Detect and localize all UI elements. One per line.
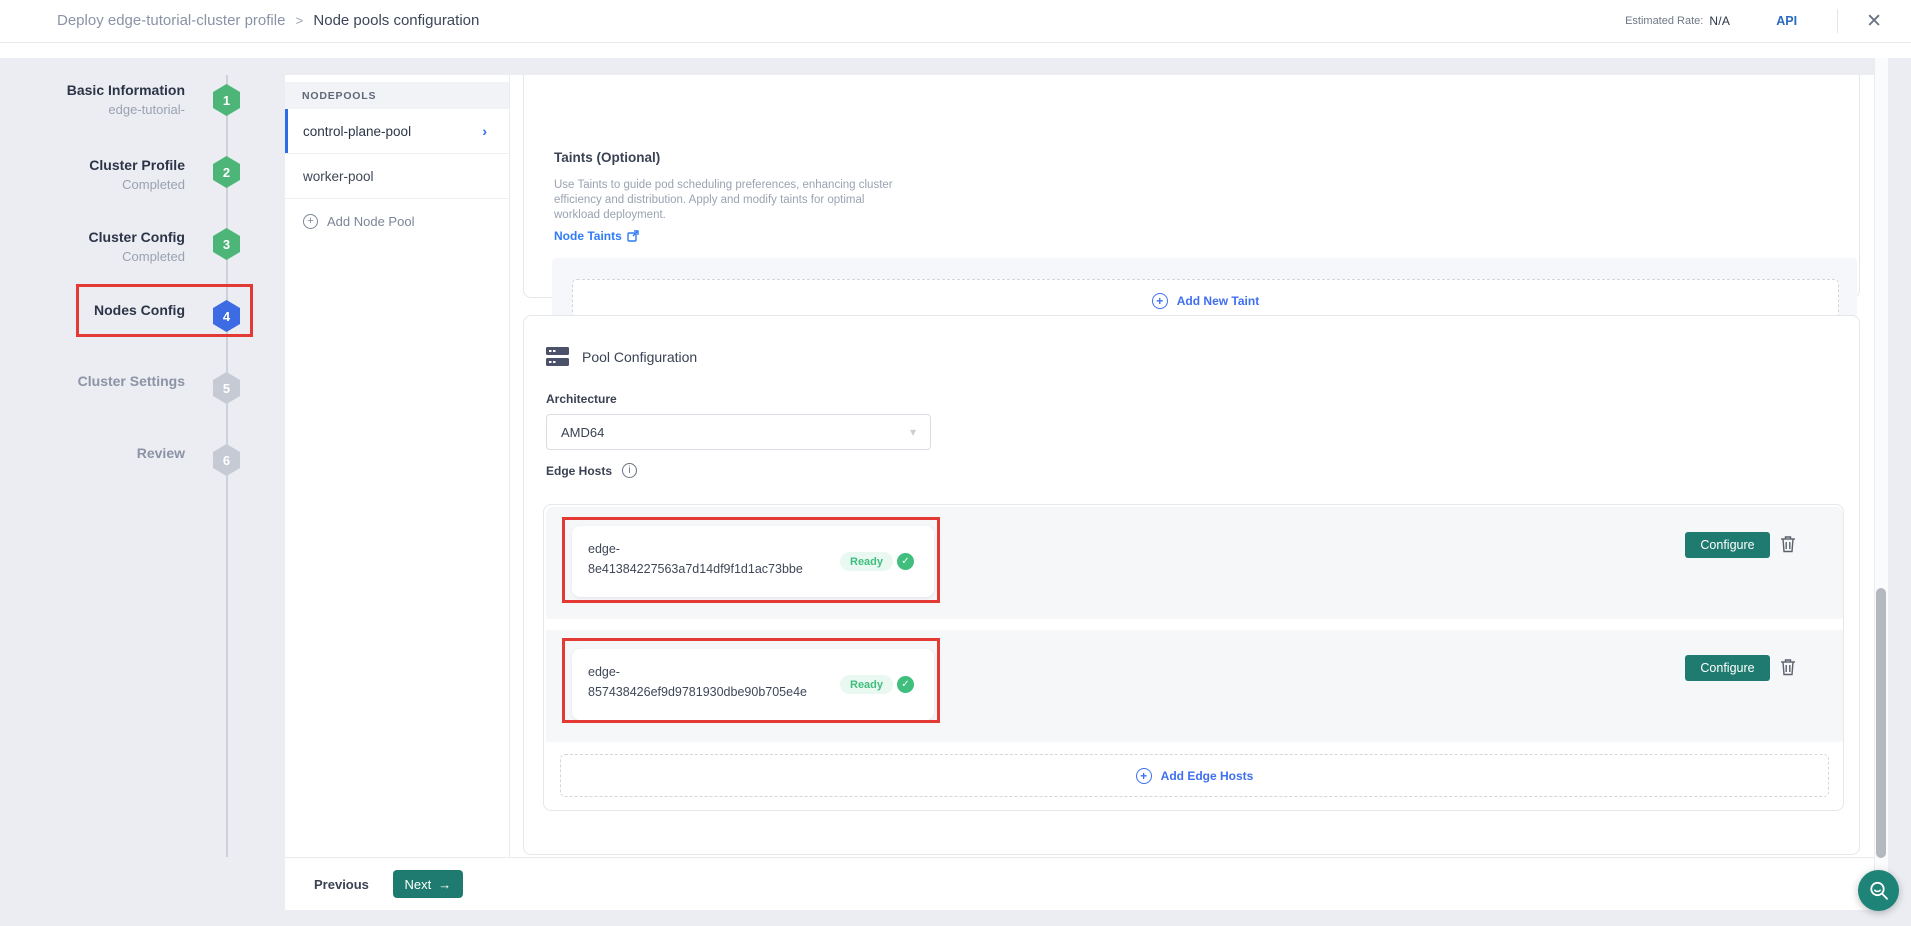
pool-configuration-title: Pool Configuration (582, 349, 697, 365)
step-badge-5: 5 (213, 372, 240, 404)
step-badge-3: 3 (213, 228, 240, 260)
architecture-select[interactable]: AMD64 ▾ (546, 414, 931, 450)
chevron-right-icon: › (482, 123, 487, 139)
sidebar-step-cluster-profile[interactable]: Cluster Profile Completed (0, 155, 185, 195)
edge-hosts-label: Edge Hosts (546, 464, 612, 478)
taints-title: Taints (Optional) (554, 150, 660, 165)
plus-circle-icon: + (303, 214, 318, 229)
step-badge-2: 2 (213, 156, 240, 188)
sidebar-step-review[interactable]: Review (0, 443, 185, 463)
sidebar-step-basic-information[interactable]: Basic Information edge-tutorial- (0, 80, 185, 120)
sidebar-step-cluster-settings[interactable]: Cluster Settings (0, 371, 185, 391)
configure-button[interactable]: Configure (1685, 655, 1770, 681)
magnifier-smile-icon (1868, 880, 1890, 902)
main-scroll-area[interactable]: Taints (Optional) Use Taints to guide po… (510, 75, 1874, 857)
trash-icon[interactable] (1780, 535, 1796, 553)
scrollbar-thumb[interactable] (1876, 588, 1886, 858)
nodepools-header: NODEPOOLS (285, 82, 509, 109)
breadcrumb: Deploy edge-tutorial-cluster profile > N… (57, 12, 479, 29)
chevron-down-icon: ▾ (910, 425, 916, 439)
status-badge: Ready (840, 552, 893, 571)
plus-circle-icon: + (1136, 768, 1152, 784)
deploy-wizard-screen: Deploy edge-tutorial-cluster profile > N… (0, 0, 1911, 926)
help-launcher-button[interactable] (1858, 870, 1899, 911)
edge-hosts-container: edge- 8e41384227563a7d14df9f1d1ac73bbe R… (543, 504, 1844, 811)
node-taints-link[interactable]: Node Taints (554, 229, 639, 243)
check-circle-icon: ✓ (897, 553, 914, 570)
nodepool-item-worker-pool[interactable]: worker-pool (285, 154, 509, 199)
check-circle-icon: ✓ (897, 676, 914, 693)
estimated-rate-label: Estimated Rate: (1625, 15, 1703, 27)
nodepool-item-control-plane-pool[interactable]: control-plane-pool › (285, 109, 509, 154)
nodepools-panel: NODEPOOLS control-plane-pool › worker-po… (285, 75, 510, 857)
info-icon[interactable]: i (622, 463, 637, 478)
edge-host-row: edge- 857438426ef9d9781930dbe90b705e4e R… (546, 630, 1843, 742)
step-badge-4: 4 (213, 300, 240, 332)
step-badge-1: 1 (213, 84, 240, 116)
edge-host-row: edge- 8e41384227563a7d14df9f1d1ac73bbe R… (546, 507, 1843, 619)
add-node-pool-button[interactable]: + Add Node Pool (285, 199, 509, 244)
edge-host-card[interactable]: edge- 8e41384227563a7d14df9f1d1ac73bbe R… (572, 526, 934, 597)
edge-host-card[interactable]: edge- 857438426ef9d9781930dbe90b705e4e R… (572, 649, 934, 720)
page-title: Node pools configuration (313, 12, 479, 29)
architecture-label: Architecture (546, 392, 617, 406)
wizard-footer: Previous Next → (285, 857, 1888, 910)
estimated-rate-value: N/A (1709, 14, 1730, 28)
previous-button[interactable]: Previous (314, 877, 369, 892)
taints-description: Use Taints to guide pod scheduling prefe… (554, 178, 906, 223)
header-divider (1837, 9, 1838, 33)
sidebar-step-nodes-config[interactable]: Nodes Config (0, 300, 185, 320)
configure-button[interactable]: Configure (1685, 532, 1770, 558)
next-button[interactable]: Next → (393, 870, 463, 898)
plus-circle-icon: + (1152, 293, 1168, 309)
breadcrumb-separator: > (296, 13, 304, 28)
trash-icon[interactable] (1780, 658, 1796, 676)
status-badge: Ready (840, 675, 893, 694)
server-pool-icon (546, 346, 569, 367)
step-badge-6: 6 (213, 444, 240, 476)
external-link-icon (627, 230, 639, 242)
api-link[interactable]: API (1776, 14, 1797, 28)
arrow-right-icon: → (438, 877, 451, 892)
header-rule (0, 42, 1911, 43)
add-edge-hosts-button[interactable]: + Add Edge Hosts (560, 754, 1829, 797)
wizard-header: Deploy edge-tutorial-cluster profile > N… (0, 0, 1911, 58)
sidebar-step-cluster-config[interactable]: Cluster Config Completed (0, 227, 185, 267)
taints-section-card: Taints (Optional) Use Taints to guide po… (523, 75, 1860, 298)
pool-configuration-card: Pool Configuration Architecture AMD64 ▾ … (523, 315, 1860, 855)
close-icon[interactable]: ✕ (1860, 10, 1888, 33)
breadcrumb-profile-name: Deploy edge-tutorial-cluster profile (57, 12, 285, 29)
